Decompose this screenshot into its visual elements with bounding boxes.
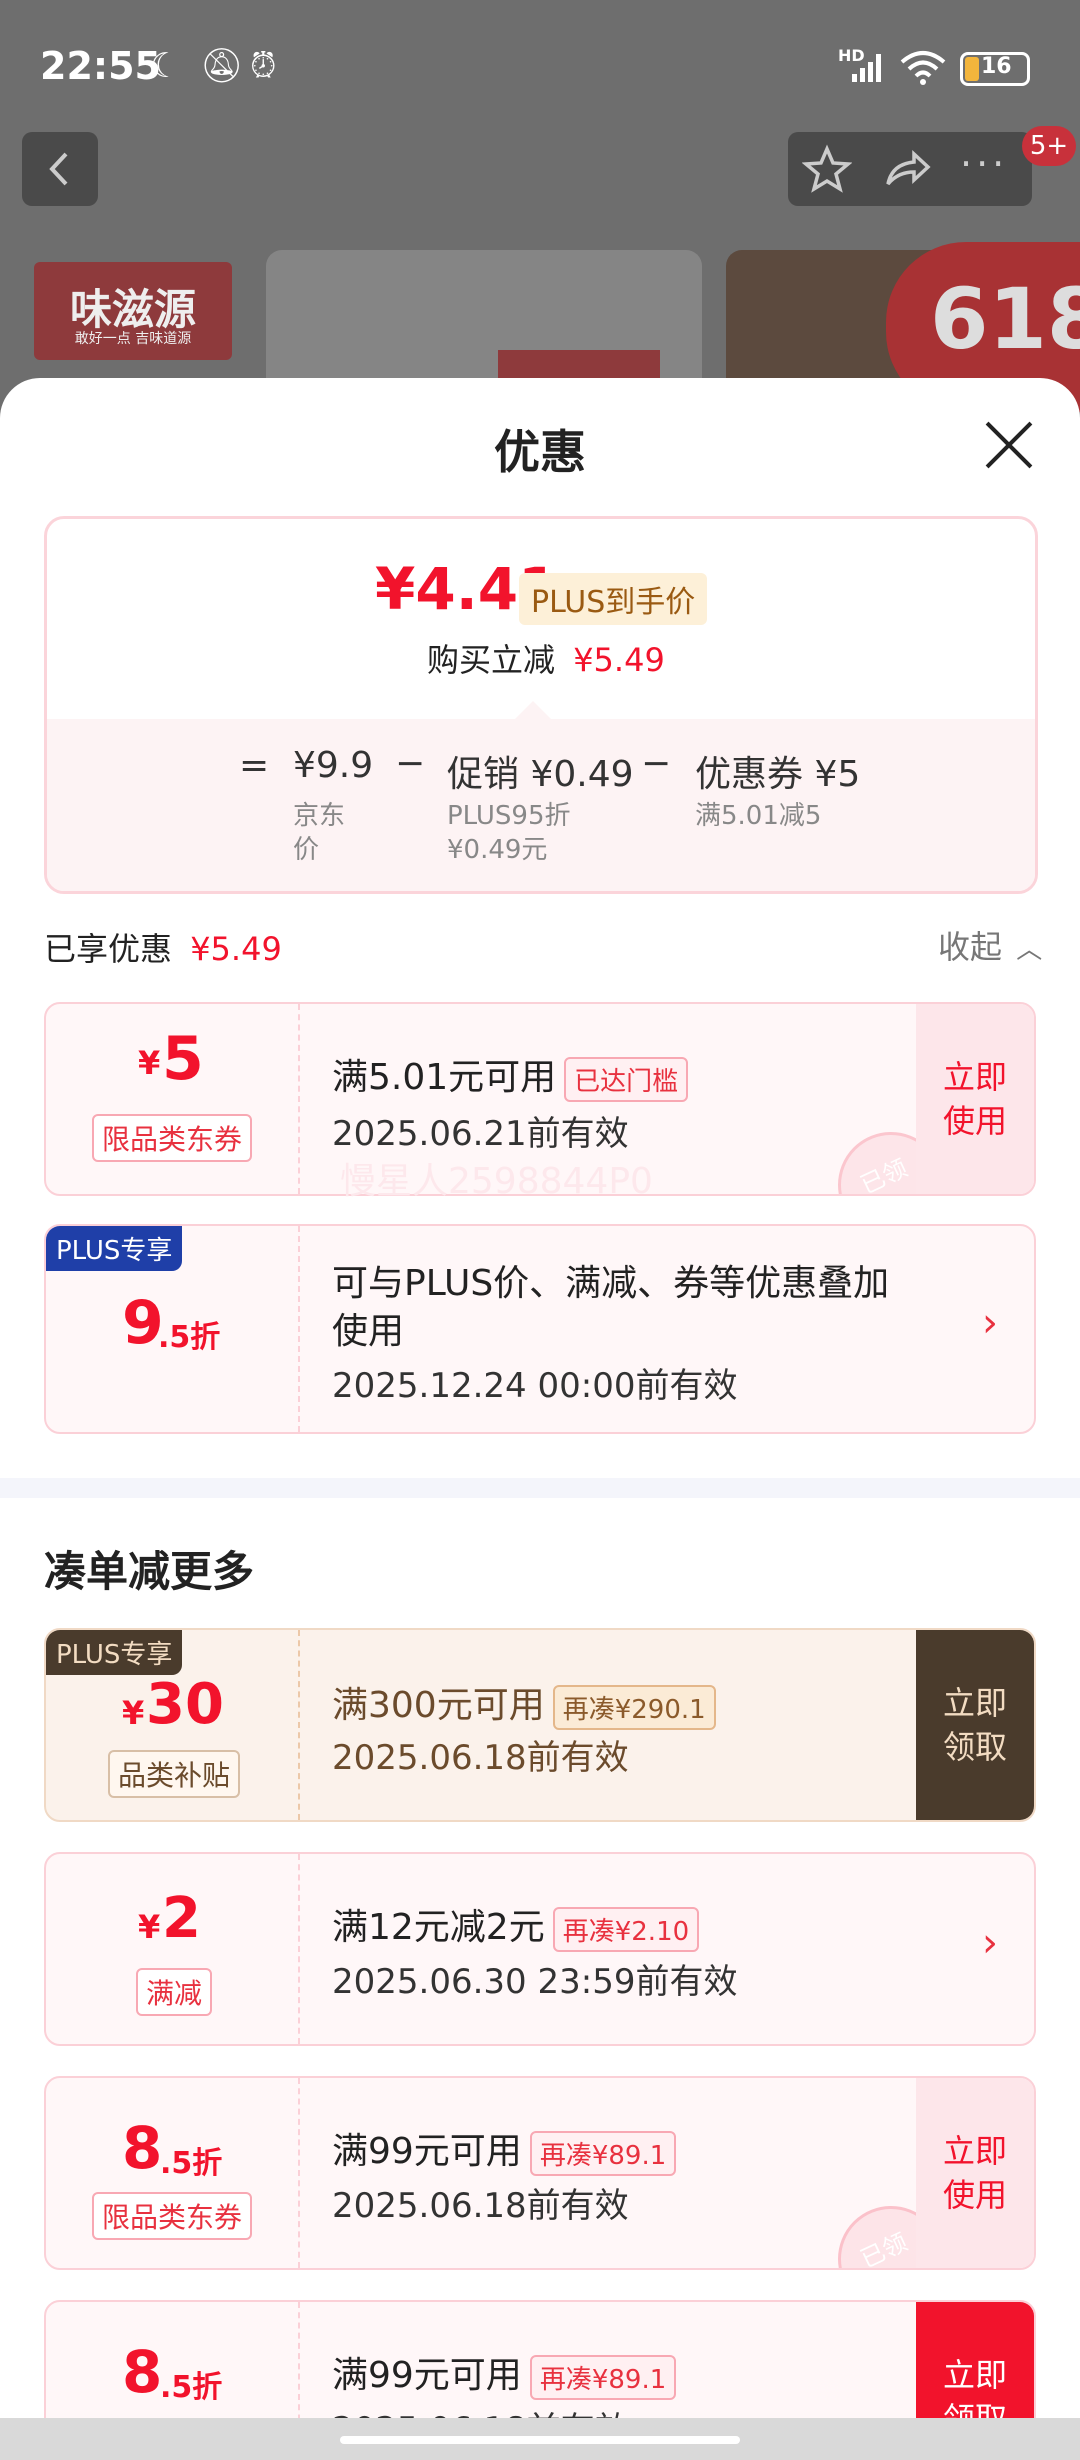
enjoyed-discount: 已享优惠 ¥5.49 bbox=[44, 930, 282, 968]
promo-amount: 促销 ¥0.49 bbox=[447, 754, 634, 795]
section-title: 凑单减更多 bbox=[44, 1547, 255, 1596]
back-button[interactable] bbox=[22, 132, 98, 206]
use-now-button[interactable]: 立即 使用 bbox=[916, 1004, 1034, 1194]
coupon-card-plus95[interactable]: PLUS专享 9 .5折 可与PLUS价、满减、券等优惠叠加 使用 2025.1… bbox=[44, 1224, 1036, 1434]
sheet-title: 优惠 bbox=[494, 425, 586, 479]
coupon-card-85-off[interactable]: 8 .5折 限品类东券 满99元可用 再凑¥89.1 2025.06.18前有效 … bbox=[44, 2076, 1036, 2270]
chevron-right-icon[interactable]: › bbox=[982, 1300, 998, 1346]
coupon-expiry: 2025.06.21前有效 bbox=[332, 1114, 629, 1154]
use-now-button[interactable]: 立即 使用 bbox=[916, 2078, 1034, 2268]
plus-price-tag: PLUS到手价 bbox=[519, 573, 708, 625]
reduce-value: ¥5.49 bbox=[573, 641, 665, 679]
section-divider bbox=[0, 1478, 1080, 1498]
price-breakdown: = ¥9.9 京东 价 − 促销 ¥0.49 PLUS95折 ¥0.49元 − … bbox=[47, 719, 1035, 891]
background-page: 22:55 ☾ 🔕︎ ⏰︎ HD 16 ··· 5+ 味滋源 敢好一点 吉味道源 bbox=[0, 0, 1080, 420]
share-icon[interactable] bbox=[882, 144, 932, 198]
coupon-expiry: 2025.12.24 00:00前有效 bbox=[332, 1366, 738, 1406]
top-action-bar: ··· bbox=[788, 132, 1032, 206]
base-price: ¥9.9 bbox=[293, 745, 374, 786]
discount-sheet: 优惠 ¥4.41 PLUS到手价 购买立减 ¥5.49 = ¥9.9 京东 价 … bbox=[0, 378, 1080, 2460]
watermark: 慢星人2598844P0 bbox=[340, 1161, 653, 1202]
alarm-icon: ⏰︎ bbox=[250, 46, 277, 86]
coupon-card-category-subsidy[interactable]: PLUS专享 ¥ 30 品类补贴 满300元可用 再凑¥290.1 2025.06… bbox=[44, 1628, 1036, 1822]
threshold-badge: 已达门槛 bbox=[564, 1056, 689, 1102]
home-indicator[interactable] bbox=[340, 2436, 740, 2444]
status-bar: 22:55 ☾ 🔕︎ ⏰︎ HD 16 bbox=[0, 0, 1080, 130]
nav-bar bbox=[0, 2418, 1080, 2460]
pointer-arrow bbox=[515, 701, 551, 719]
collapse-button[interactable]: 收起 ︿ bbox=[938, 922, 1042, 968]
chevron-right-icon[interactable]: › bbox=[982, 1920, 998, 1966]
instant-reduce: 购买立减 ¥5.49 bbox=[427, 635, 665, 681]
notification-badge: 5+ bbox=[1022, 126, 1076, 166]
status-time: 22:55 bbox=[40, 44, 161, 88]
battery-icon: 16 bbox=[960, 52, 1030, 86]
coupon-amount: 5 bbox=[162, 1024, 204, 1094]
close-icon[interactable] bbox=[985, 420, 1035, 470]
bell-off-icon: 🔕︎ bbox=[200, 46, 244, 86]
price-summary-card: ¥4.41 PLUS到手价 购买立减 ¥5.49 = ¥9.9 京东 价 − 促… bbox=[44, 516, 1038, 894]
coupon-card-full-reduction[interactable]: ¥ 2 满减 满12元减2元 再凑¥2.10 2025.06.30 23:59前有… bbox=[44, 1852, 1036, 2046]
claim-button[interactable]: 立即领取 bbox=[916, 1630, 1034, 1820]
coupon-type-tag: 限品类东券 bbox=[92, 1114, 253, 1162]
more-icon[interactable]: ··· bbox=[960, 142, 1008, 186]
coupon-condition: 满300元可用 再凑¥290.1 bbox=[332, 1676, 716, 1730]
star-icon[interactable] bbox=[801, 144, 853, 198]
wifi-icon bbox=[898, 50, 948, 90]
coupon-amount: 优惠券 ¥5 bbox=[695, 754, 861, 795]
reduce-label: 购买立减 bbox=[427, 641, 556, 679]
brand-logo: 味滋源 敢好一点 吉味道源 bbox=[34, 262, 232, 360]
coupon-condition: 满5.01元可用 已达门槛 bbox=[332, 1048, 689, 1102]
moon-icon: ☾ bbox=[150, 46, 181, 86]
chevron-up-icon: ︿ bbox=[1016, 935, 1043, 965]
signal-icon bbox=[850, 50, 890, 88]
